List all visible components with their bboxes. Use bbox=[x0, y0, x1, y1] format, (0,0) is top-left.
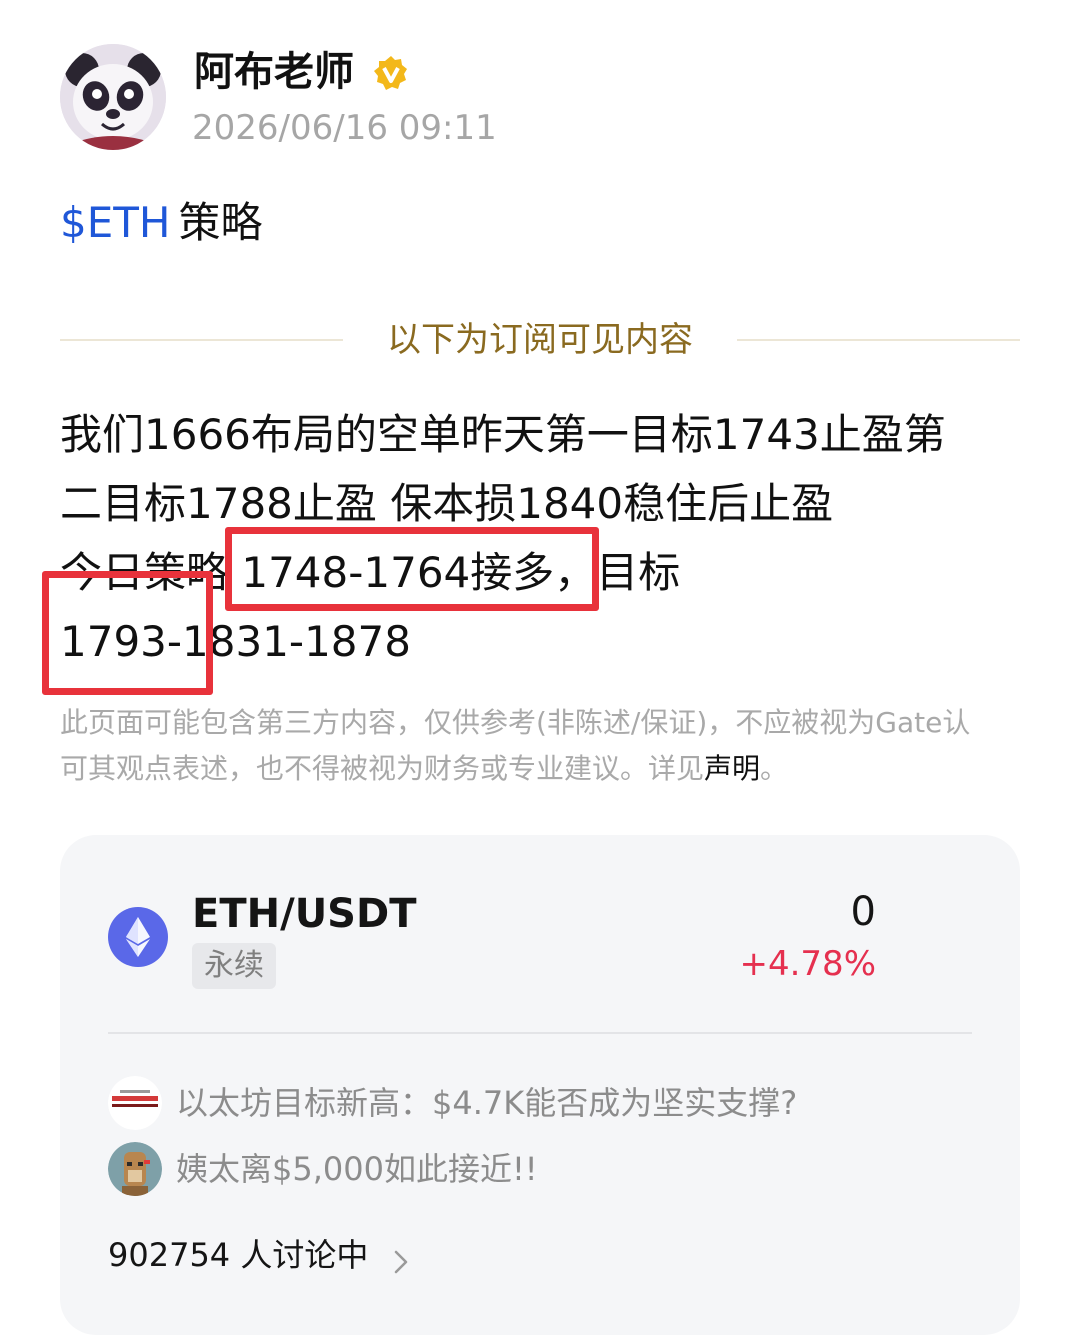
price-change: +4.78% bbox=[739, 944, 877, 984]
annotation-box-first-target bbox=[42, 571, 213, 695]
author-name[interactable]: 阿布老师 bbox=[194, 46, 354, 98]
news-item[interactable]: 以太坊目标新高：$4.7K能否成为坚实支撑? bbox=[108, 1075, 968, 1131]
news-title[interactable]: 以太坊目标新高：$4.7K能否成为坚实支撑? bbox=[176, 1079, 797, 1127]
news-title[interactable]: 姨太离$5,000如此接近!! bbox=[176, 1145, 538, 1193]
price-value: 0 bbox=[850, 889, 876, 935]
author-avatar[interactable] bbox=[60, 44, 166, 150]
disclaimer-line-2: 可其观点表述，也不得被视为财务或专业建议。详见声明。 bbox=[60, 746, 1030, 792]
post-header: 阿布老师 2026/06/16 09:11 bbox=[60, 44, 1020, 154]
ape-avatar-icon bbox=[108, 1142, 162, 1196]
contract-type-badge: 永续 bbox=[192, 943, 276, 989]
disclaimer-link[interactable]: 声明 bbox=[704, 752, 760, 785]
title-text: 策略 bbox=[178, 198, 263, 247]
disclaimer-period: 。 bbox=[760, 752, 789, 785]
divider-line-left bbox=[60, 339, 343, 341]
subscription-divider-label: 以下为订阅可见内容 bbox=[387, 320, 693, 360]
ticker-link[interactable]: $ETH bbox=[60, 198, 171, 247]
panda-avatar-icon bbox=[60, 44, 166, 150]
disclaimer-line: 此页面可能包含第三方内容，仅供参考(非陈述/保证)，不应被视为Gate认 bbox=[60, 706, 971, 739]
news-source-icon bbox=[108, 1076, 162, 1130]
divider-line-right bbox=[737, 339, 1020, 341]
news-item[interactable]: 姨太离$5,000如此接近!! bbox=[108, 1141, 968, 1197]
card-divider bbox=[108, 1032, 972, 1034]
disclaimer: 此页面可能包含第三方内容，仅供参考(非陈述/保证)，不应被视为Gate认 可其观… bbox=[60, 700, 1030, 792]
verified-badge-icon bbox=[374, 56, 407, 90]
discussion-link[interactable]: 902754 人讨论中 bbox=[108, 1231, 411, 1281]
body-line: 我们1666布局的空单昨天第一目标1743止盈第 bbox=[60, 410, 946, 459]
post-timestamp: 2026/06/16 09:11 bbox=[192, 108, 497, 148]
post-title: $ETH 策略 bbox=[60, 196, 263, 250]
trading-pair-name[interactable]: ETH/USDT bbox=[192, 889, 416, 939]
discussion-count: 902754 人讨论中 bbox=[108, 1236, 369, 1274]
subscription-divider: 以下为订阅可见内容 bbox=[60, 318, 1020, 362]
disclaimer-text: 可其观点表述，也不得被视为财务或专业建议。详见 bbox=[60, 752, 705, 785]
annotation-box-entry-range bbox=[225, 527, 599, 611]
market-card[interactable]: ETH/USDT 永续 0 +4.78% 以太坊目标新高：$4.7K能否成为坚实… bbox=[60, 835, 1020, 1335]
eth-coin-icon bbox=[108, 907, 168, 967]
chevron-right-icon bbox=[395, 1250, 408, 1273]
